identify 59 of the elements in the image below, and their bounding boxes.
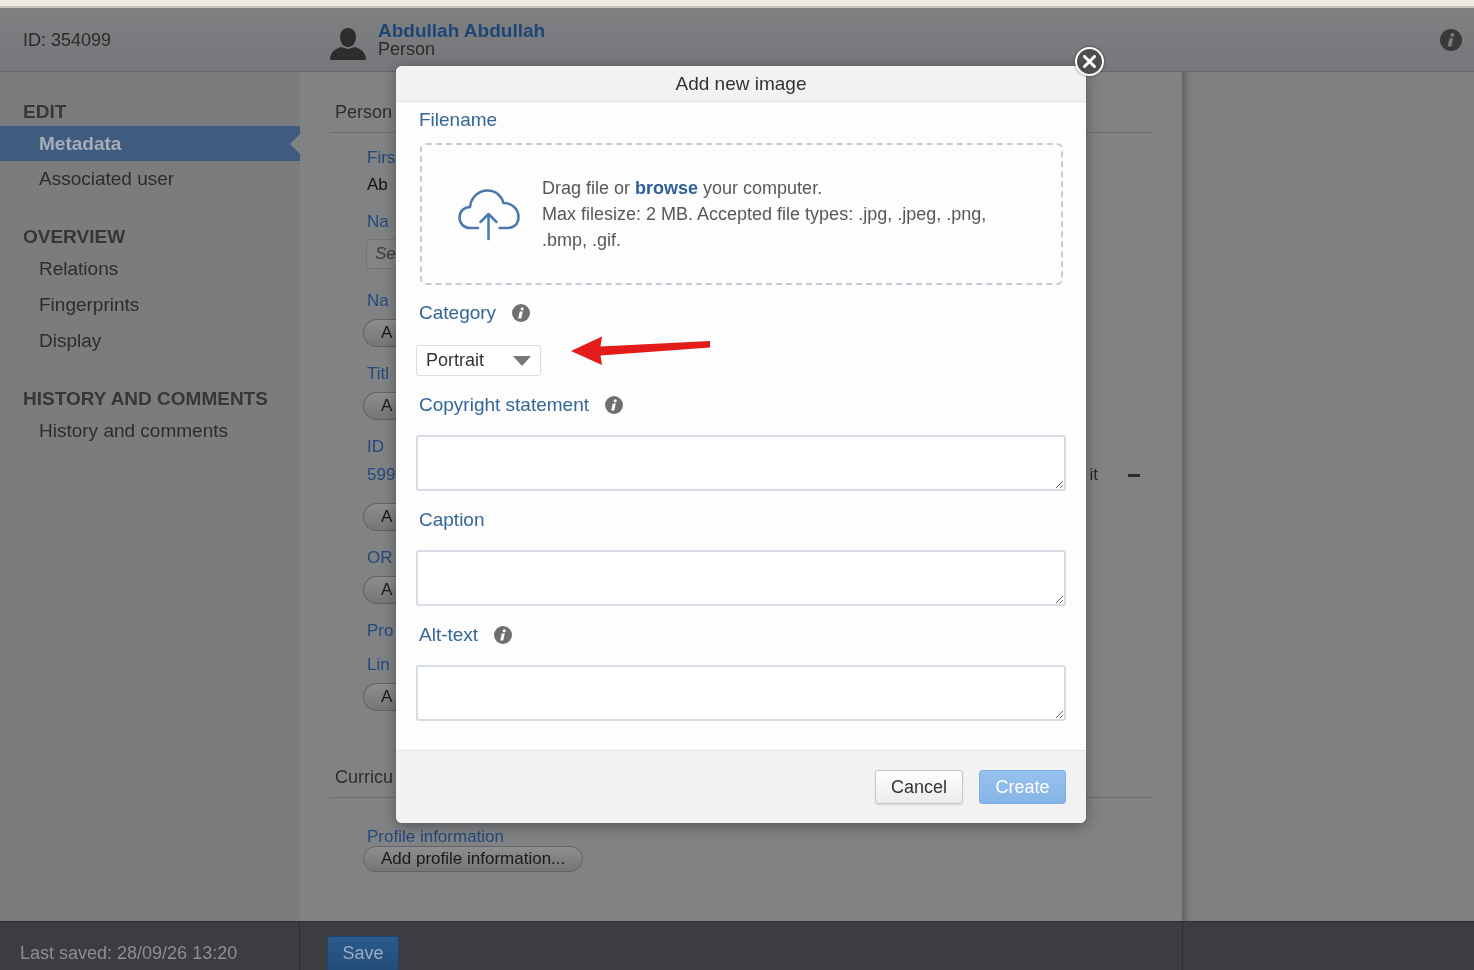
info-icon[interactable]: [1440, 28, 1462, 51]
field-label: Category: [418, 302, 497, 324]
field-label: Profile information: [367, 826, 504, 848]
sidebar-heading: OVERVIEW: [22, 225, 127, 249]
add-button[interactable]: Add profile information...: [363, 846, 584, 872]
field-label: Na: [367, 290, 389, 312]
row-text: it: [1089, 464, 1098, 486]
sidebar-item[interactable]: Fingerprints: [0, 287, 300, 323]
field-label: Titl: [367, 363, 390, 385]
sidebar-item[interactable]: Metadata: [0, 126, 300, 161]
input-field[interactable]: Se: [366, 239, 397, 269]
sidebar-item[interactable]: Display: [0, 323, 300, 359]
upload-note: Max filesize: 2 MB. Accepted file types: .jpg, .jpeg, .png, .bmp, .gif.: [542, 203, 988, 252]
field-label: Lin: [367, 654, 390, 676]
caret-icon: [513, 355, 531, 366]
textarea-field[interactable]: [416, 550, 1066, 606]
field-label: Caption: [418, 509, 485, 531]
id-link[interactable]: 599: [367, 464, 396, 486]
sidebar-item[interactable]: Associated user: [0, 161, 300, 197]
dialog-title: Add new image: [675, 72, 807, 95]
person-name[interactable]: Abdullah Abdullah: [378, 20, 546, 40]
sidebar-item[interactable]: History and comments: [0, 413, 300, 449]
sidebar-heading: EDIT: [22, 100, 68, 124]
field-label: Copyright statement: [418, 394, 590, 416]
field-label: Filename: [418, 109, 498, 131]
sidebar-heading: HISTORY AND COMMENTS: [22, 387, 269, 411]
file-drop-zone[interactable]: Drag file or browse your computer. Max filesize: 2 MB. Accepted file types: .jpg, .jpeg, .png, .bmp, .gif.: [420, 143, 1063, 285]
last-saved-text: Last saved: 28/09/26 13:20: [20, 943, 238, 963]
info-icon[interactable]: [494, 626, 513, 644]
field-label: Pro: [367, 620, 394, 642]
field-label: Na: [367, 211, 389, 233]
person-icon: [330, 26, 366, 60]
cancel-button[interactable]: Cancel: [875, 770, 963, 804]
add-button[interactable]: A: [363, 503, 396, 531]
add-button[interactable]: A: [363, 576, 396, 604]
section-title: Curricu: [335, 767, 393, 787]
info-icon[interactable]: [605, 396, 624, 414]
field-label: Firs: [367, 147, 396, 169]
field-value: Ab: [367, 174, 388, 196]
category-select[interactable]: Portrait: [416, 345, 541, 376]
record-id: ID: 354099: [22, 28, 113, 51]
field-label: Alt-text: [418, 624, 479, 646]
upload-instruction: Drag file or browse your computer.: [542, 177, 823, 200]
close-icon: [1083, 55, 1096, 68]
sidebar-item[interactable]: Relations: [0, 251, 300, 287]
save-button[interactable]: Save: [327, 936, 399, 970]
field-label: OR: [367, 547, 393, 569]
add-button[interactable]: A: [363, 319, 396, 347]
browse-link[interactable]: browse: [635, 178, 699, 198]
cloud-upload-icon: [458, 187, 520, 241]
section-title: Person: [335, 102, 393, 122]
add-button[interactable]: A: [363, 392, 396, 420]
field-label: ID: [367, 436, 384, 458]
minus-icon[interactable]: [1128, 473, 1140, 477]
textarea-field[interactable]: [416, 435, 1066, 491]
info-icon[interactable]: [512, 304, 531, 322]
record-type: Person: [378, 39, 436, 59]
textarea-field[interactable]: [416, 665, 1066, 721]
add-button[interactable]: A: [363, 683, 396, 711]
